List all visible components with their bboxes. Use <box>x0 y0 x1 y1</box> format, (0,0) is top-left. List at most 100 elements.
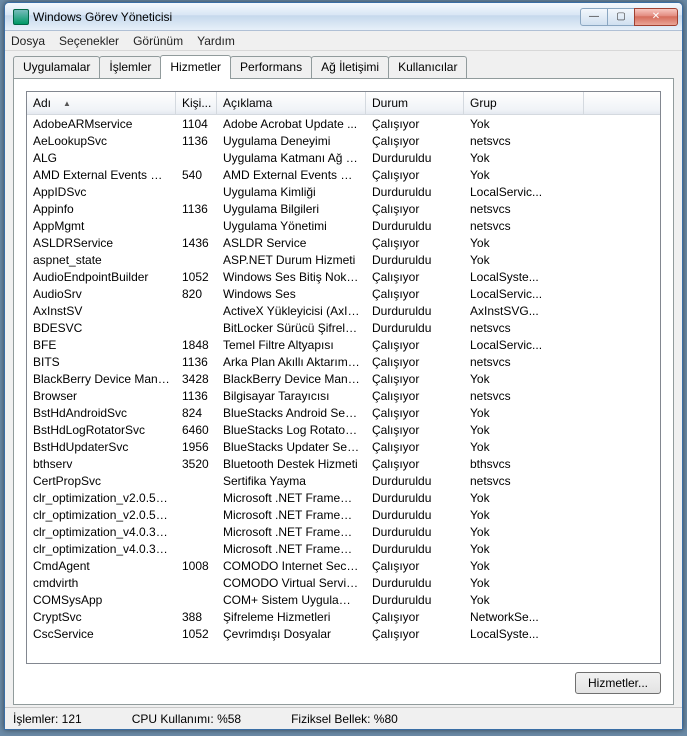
close-button[interactable]: ✕ <box>634 8 678 26</box>
cell-group: LocalServic... <box>464 185 584 199</box>
app-icon <box>13 9 29 25</box>
table-row[interactable]: BDESVCBitLocker Sürücü Şifrele...Durduru… <box>27 319 660 336</box>
cell-desc: BlueStacks Updater Serv... <box>217 440 366 454</box>
table-row[interactable]: BFE1848Temel Filtre AltyapısıÇalışıyorLo… <box>27 336 660 353</box>
table-row[interactable]: AudioSrv820Windows SesÇalışıyorLocalServ… <box>27 285 660 302</box>
cell-pid: 1136 <box>176 389 217 403</box>
menu-view[interactable]: Görünüm <box>133 34 183 48</box>
table-row[interactable]: BITS1136Arka Plan Akıllı Aktarım H...Çal… <box>27 353 660 370</box>
menu-options[interactable]: Seçenekler <box>59 34 119 48</box>
table-row[interactable]: Appinfo1136Uygulama BilgileriÇalışıyorne… <box>27 200 660 217</box>
tab-strip: Uygulamalar İşlemler Hizmetler Performan… <box>13 55 674 78</box>
cell-desc: Microsoft .NET Framewo... <box>217 508 366 522</box>
table-row[interactable]: CryptSvc388Şifreleme HizmetleriÇalışıyor… <box>27 608 660 625</box>
cell-desc: Uygulama Deneyimi <box>217 134 366 148</box>
table-row[interactable]: CmdAgent1008COMODO Internet Secu...Çalış… <box>27 557 660 574</box>
titlebar[interactable]: Windows Görev Yöneticisi — ▢ ✕ <box>5 3 682 31</box>
table-row[interactable]: clr_optimization_v4.0.303... Microsoft .N… <box>27 540 660 557</box>
tab-users[interactable]: Kullanıcılar <box>388 56 467 78</box>
cell-pid: 1848 <box>176 338 217 352</box>
services-listview: Adı Kişi... Açıklama Durum Grup AdobeARM… <box>26 91 661 664</box>
cell-status: Durduruldu <box>366 508 464 522</box>
cell-status: Durduruldu <box>366 576 464 590</box>
cell-group: Yok <box>464 542 584 556</box>
cell-group: netsvcs <box>464 202 584 216</box>
col-desc[interactable]: Açıklama <box>217 92 366 114</box>
col-pid[interactable]: Kişi... <box>176 92 217 114</box>
table-row[interactable]: Browser1136Bilgisayar TarayıcısıÇalışıyo… <box>27 387 660 404</box>
table-row[interactable]: clr_optimization_v4.0.303...Microsoft .N… <box>27 523 660 540</box>
table-row[interactable]: clr_optimization_v2.0.507... Microsoft .N… <box>27 506 660 523</box>
table-row[interactable]: COMSysAppCOM+ Sistem UygulamasıDurduruld… <box>27 591 660 608</box>
minimize-button[interactable]: — <box>580 8 608 26</box>
tab-networking[interactable]: Ağ İletişimi <box>311 56 389 78</box>
cell-desc: Adobe Acrobat Update ... <box>217 117 366 131</box>
table-row[interactable]: bthserv3520Bluetooth Destek HizmetiÇalış… <box>27 455 660 472</box>
table-row[interactable]: aspnet_stateASP.NET Durum HizmetiDurduru… <box>27 251 660 268</box>
cell-desc: Çevrimdışı Dosyalar <box>217 627 366 641</box>
cell-group: netsvcs <box>464 389 584 403</box>
tab-applications[interactable]: Uygulamalar <box>13 56 100 78</box>
cell-name: aspnet_state <box>27 253 176 267</box>
table-row[interactable]: clr_optimization_v2.0.507...Microsoft .N… <box>27 489 660 506</box>
table-row[interactable]: AMD External Events Utility540AMD Extern… <box>27 166 660 183</box>
cell-status: Çalışıyor <box>366 610 464 624</box>
services-button[interactable]: Hizmetler... <box>575 672 661 694</box>
cell-name: clr_optimization_v2.0.507... <box>27 491 176 505</box>
table-row[interactable]: AxInstSVActiveX Yükleyicisi (AxIn...Durd… <box>27 302 660 319</box>
cell-group: Yok <box>464 593 584 607</box>
column-headers: Adı Kişi... Açıklama Durum Grup <box>27 92 660 115</box>
cell-pid: 824 <box>176 406 217 420</box>
cell-name: clr_optimization_v2.0.507... <box>27 508 176 522</box>
table-row[interactable]: AudioEndpointBuilder1052Windows Ses Biti… <box>27 268 660 285</box>
cell-name: CmdAgent <box>27 559 176 573</box>
content-area: Uygulamalar İşlemler Hizmetler Performan… <box>5 51 682 707</box>
cell-desc: BlueStacks Android Service <box>217 406 366 420</box>
cell-desc: Microsoft .NET Framewo... <box>217 542 366 556</box>
table-row[interactable]: AdobeARMservice1104Adobe Acrobat Update … <box>27 115 660 132</box>
tab-performance[interactable]: Performans <box>230 56 312 78</box>
cell-status: Çalışıyor <box>366 372 464 386</box>
cell-name: BlackBerry Device Manager <box>27 372 176 386</box>
table-row[interactable]: BlackBerry Device Manager3428BlackBerry … <box>27 370 660 387</box>
menu-help[interactable]: Yardım <box>197 34 235 48</box>
table-row[interactable]: ASLDRService1436ASLDR ServiceÇalışıyorYo… <box>27 234 660 251</box>
col-name[interactable]: Adı <box>27 92 176 114</box>
tab-processes[interactable]: İşlemler <box>99 56 161 78</box>
cell-name: clr_optimization_v4.0.303... <box>27 542 176 556</box>
table-row[interactable]: BstHdLogRotatorSvc6460BlueStacks Log Rot… <box>27 421 660 438</box>
table-row[interactable]: AppMgmtUygulama YönetimiDurduruldunetsvc… <box>27 217 660 234</box>
cell-pid: 388 <box>176 610 217 624</box>
table-row[interactable]: ALGUygulama Katmanı Ağ G...DurdurulduYok <box>27 149 660 166</box>
cell-group: Yok <box>464 423 584 437</box>
table-row[interactable]: AeLookupSvc1136Uygulama DeneyimiÇalışıyo… <box>27 132 660 149</box>
services-list-body[interactable]: AdobeARMservice1104Adobe Acrobat Update … <box>27 115 660 663</box>
maximize-button[interactable]: ▢ <box>607 8 635 26</box>
table-row[interactable]: AppIDSvcUygulama KimliğiDurdurulduLocalS… <box>27 183 660 200</box>
col-status[interactable]: Durum <box>366 92 464 114</box>
table-row[interactable]: cmdvirthCOMODO Virtual Service...Durduru… <box>27 574 660 591</box>
table-row[interactable]: CertPropSvcSertifika YaymaDurduruldunets… <box>27 472 660 489</box>
cell-name: AMD External Events Utility <box>27 168 176 182</box>
cell-group: LocalSyste... <box>464 627 584 641</box>
cell-desc: BitLocker Sürücü Şifrele... <box>217 321 366 335</box>
task-manager-window: Windows Görev Yöneticisi — ▢ ✕ Dosya Seç… <box>4 2 683 730</box>
tab-services[interactable]: Hizmetler <box>160 55 231 79</box>
cell-desc: Bilgisayar Tarayıcısı <box>217 389 366 403</box>
menu-file[interactable]: Dosya <box>11 34 45 48</box>
cell-desc: AMD External Events Uti... <box>217 168 366 182</box>
table-row[interactable]: CscService1052Çevrimdışı DosyalarÇalışıy… <box>27 625 660 642</box>
cell-status: Durduruldu <box>366 304 464 318</box>
window-buttons: — ▢ ✕ <box>581 8 678 26</box>
cell-status: Çalışıyor <box>366 117 464 131</box>
cell-name: AdobeARMservice <box>27 117 176 131</box>
cell-group: Yok <box>464 576 584 590</box>
cell-group: netsvcs <box>464 321 584 335</box>
cell-name: BstHdUpdaterSvc <box>27 440 176 454</box>
table-row[interactable]: BstHdUpdaterSvc1956BlueStacks Updater Se… <box>27 438 660 455</box>
col-group[interactable]: Grup <box>464 92 584 114</box>
cell-status: Durduruldu <box>366 491 464 505</box>
cell-name: CryptSvc <box>27 610 176 624</box>
table-row[interactable]: BstHdAndroidSvc824BlueStacks Android Ser… <box>27 404 660 421</box>
cell-name: AppIDSvc <box>27 185 176 199</box>
